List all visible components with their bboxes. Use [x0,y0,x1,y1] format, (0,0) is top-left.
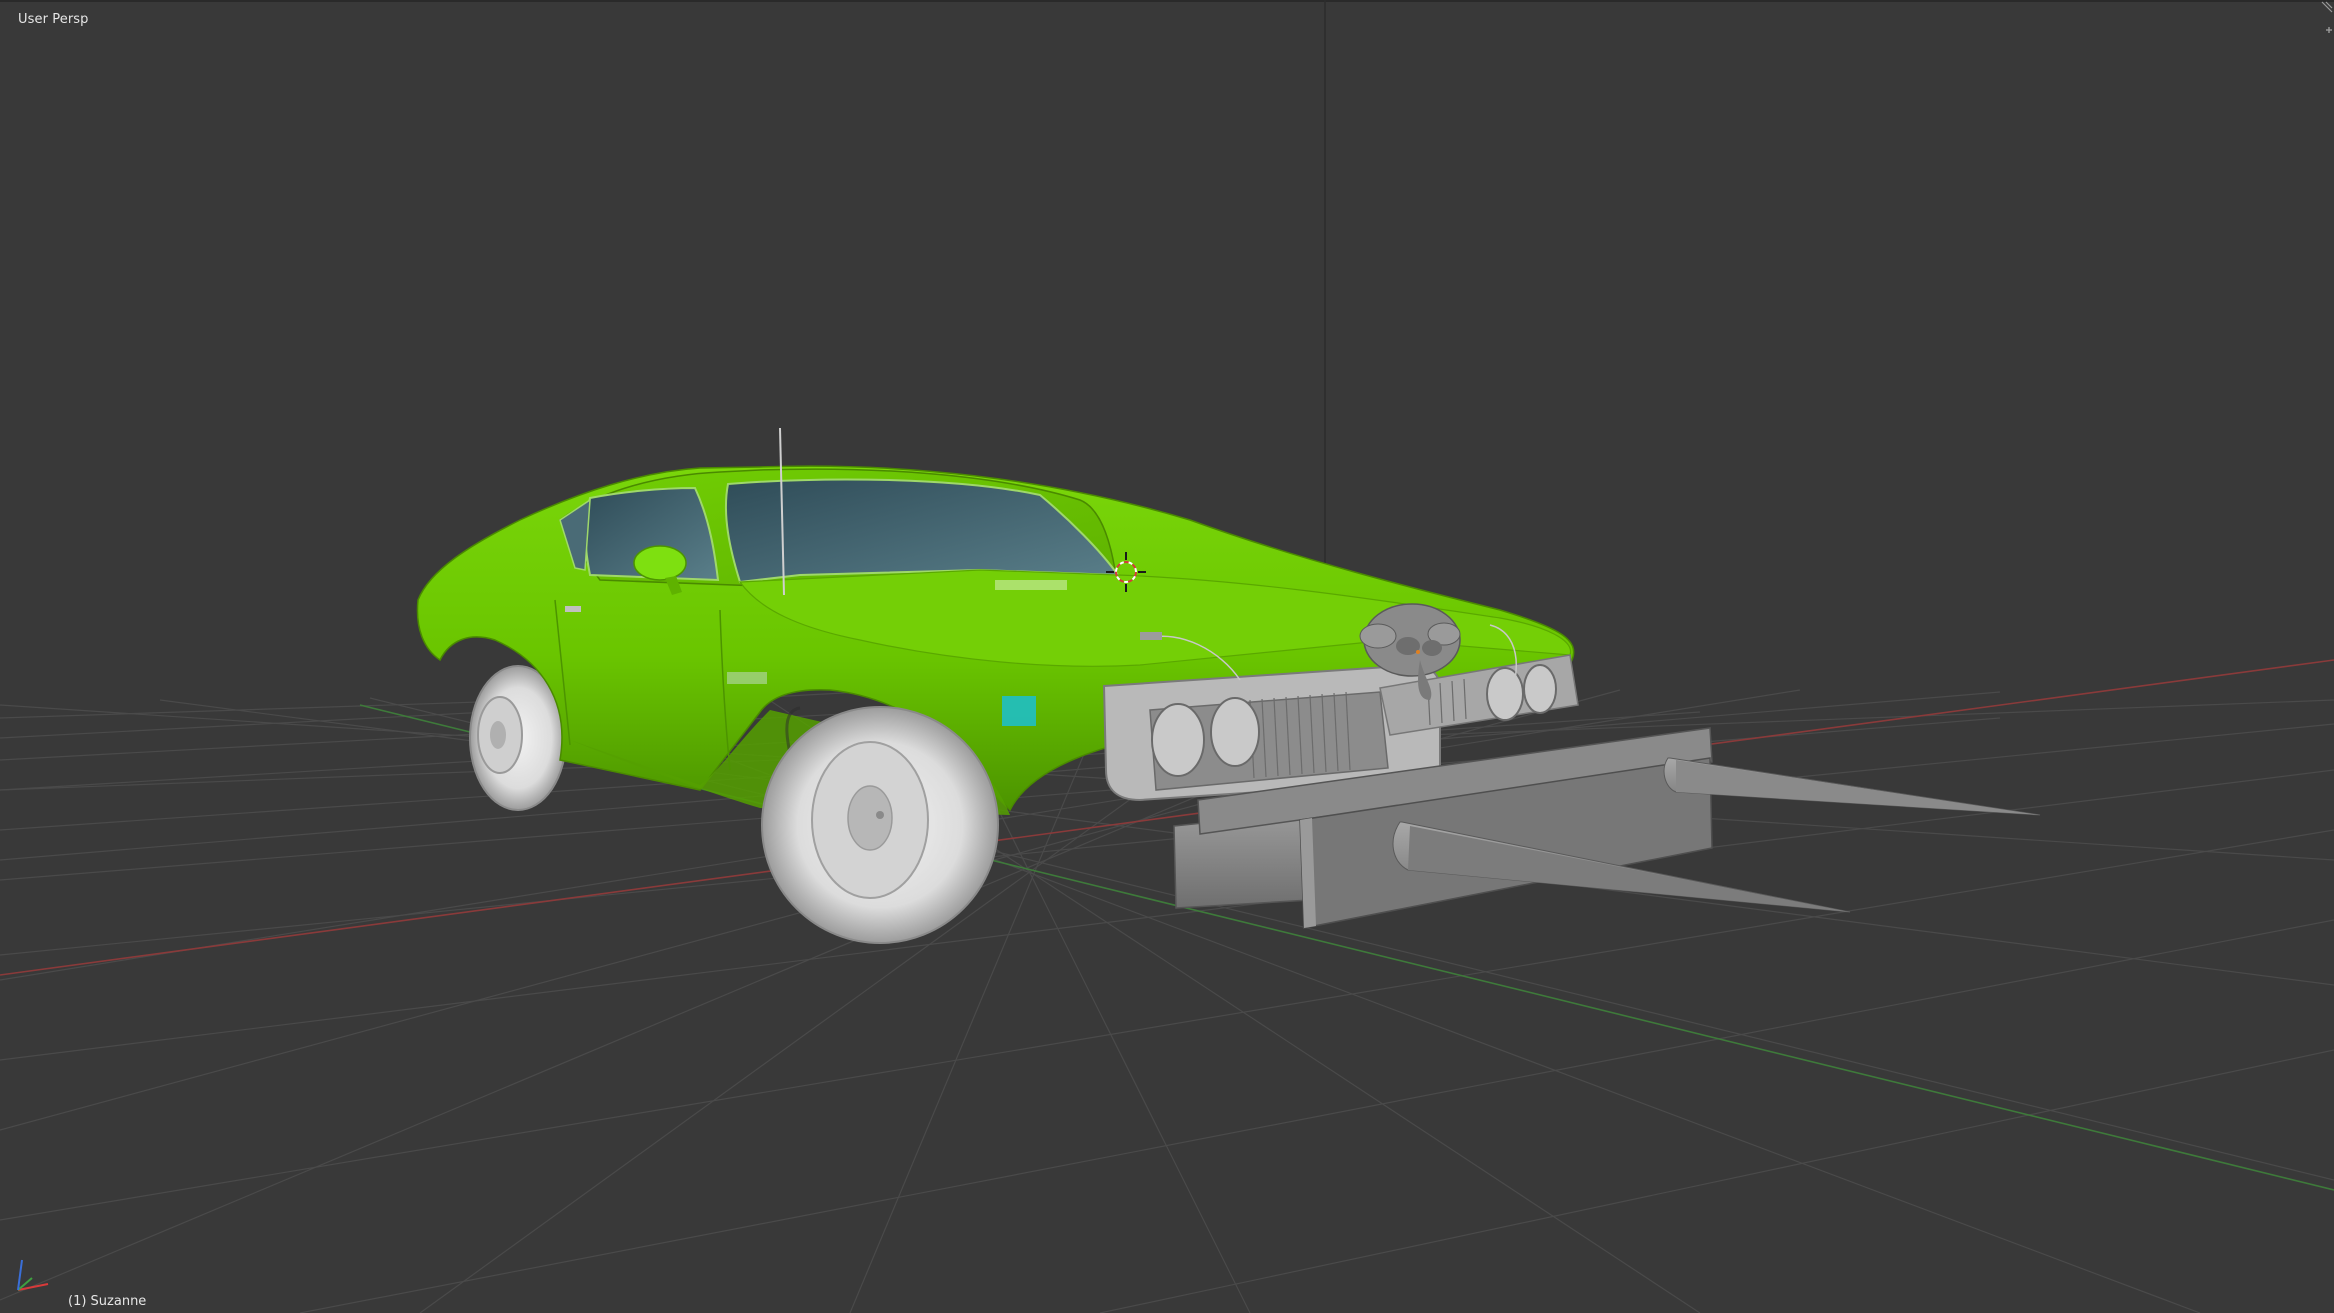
fender-badge [1002,696,1036,726]
viewport-scene[interactable] [0,0,2334,1313]
view-name-label: User Persp [18,12,89,27]
3d-viewport[interactable]: User Persp (1) Suzanne [0,0,2334,1313]
viewport-corner-resize-icon[interactable] [2318,0,2334,36]
active-object-label: (1) Suzanne [68,1294,147,1309]
front-wheel [761,706,999,944]
